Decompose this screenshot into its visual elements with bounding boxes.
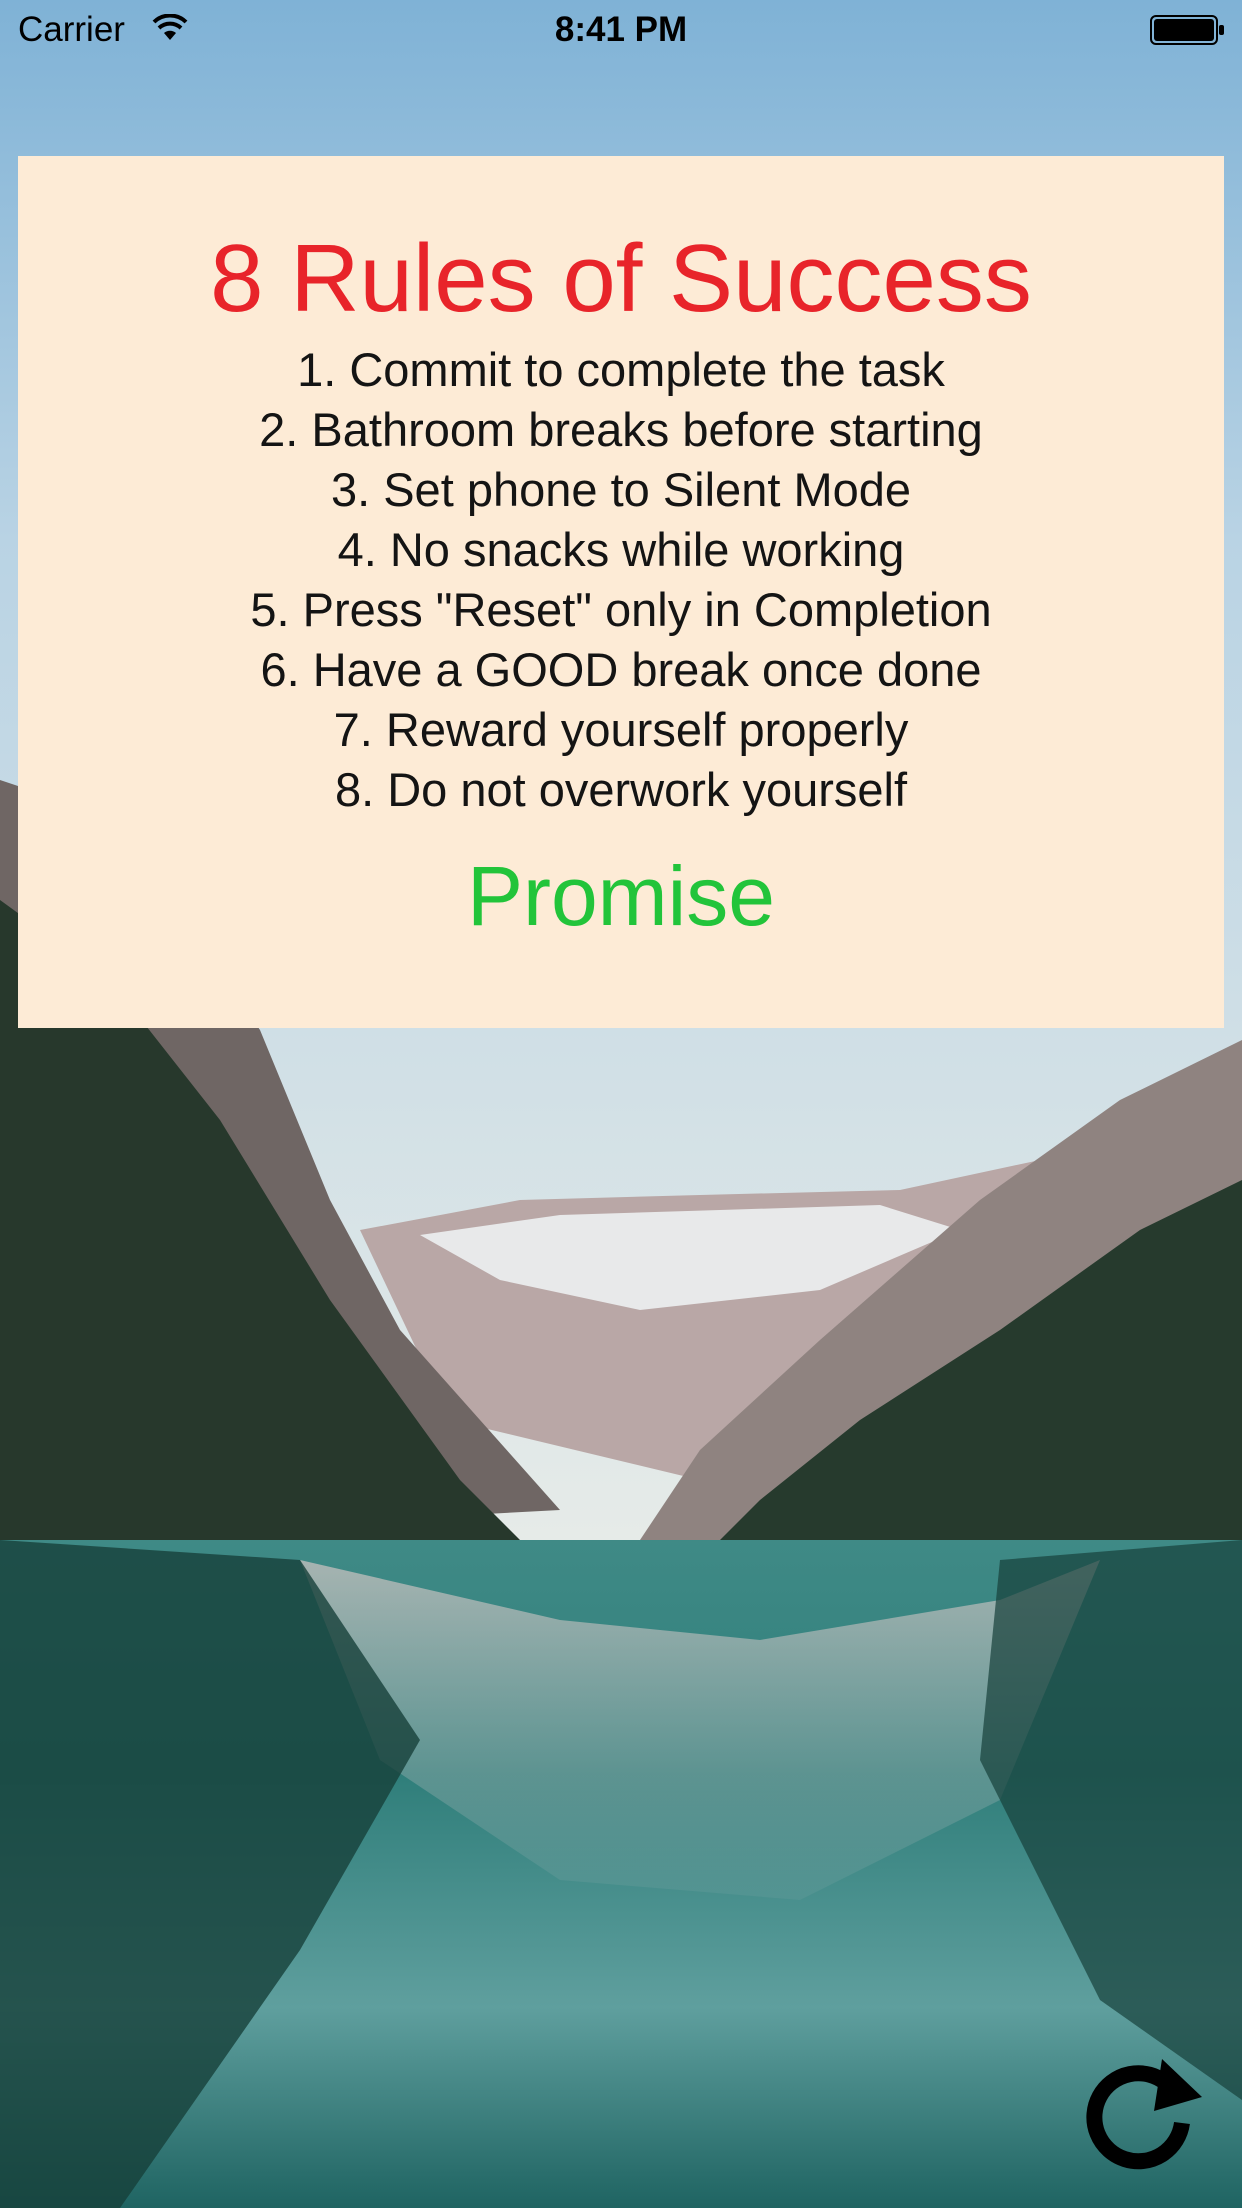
rule-item: 3. Set phone to Silent Mode: [330, 463, 912, 516]
rule-item: 8. Do not overwork yourself: [334, 763, 908, 816]
rule-item: 6. Have a GOOD break once done: [260, 643, 982, 696]
reset-button[interactable]: [1070, 2045, 1210, 2185]
status-time: 8:41 PM: [554, 10, 688, 49]
battery-icon: [1150, 15, 1224, 45]
rules-list: 1. Commit to complete the task 2. Bathro…: [18, 340, 1224, 820]
refresh-icon: [1086, 2059, 1202, 2170]
app-screen: Carrier 8:41 PM 8 Rules of Success 1. Co…: [0, 0, 1242, 2208]
promise-button[interactable]: Promise: [0, 846, 1242, 946]
rule-item: 7. Reward yourself properly: [333, 703, 909, 756]
rule-item: 4. No snacks while working: [337, 523, 905, 576]
rule-item: 2. Bathroom breaks before starting: [259, 403, 983, 456]
status-bar: Carrier 8:41 PM: [0, 0, 1242, 60]
rules-title: 8 Rules of Success: [210, 225, 1032, 332]
rule-item: 1. Commit to complete the task: [297, 343, 945, 396]
rule-item: 5. Press "Reset" only in Completion: [250, 583, 992, 636]
